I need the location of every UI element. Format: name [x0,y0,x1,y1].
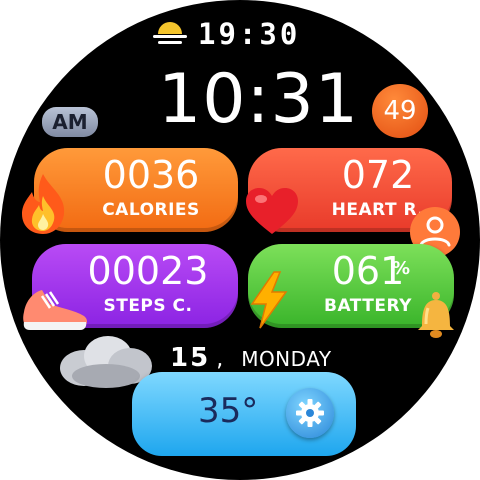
watch-face: 19:30 10:31 AM 49 0036 CALORIES 072 HEAR… [0,0,480,480]
bell-icon[interactable] [412,290,460,340]
sneaker-icon [23,290,87,330]
temperature-value: 35° [198,391,259,431]
date-separator: , [216,347,224,372]
weather-tile[interactable]: 35° [132,372,356,456]
badge-counter[interactable]: 49 [372,84,428,138]
flame-icon [22,174,65,234]
date-weekday: MONDAY [241,347,332,371]
date-day: 15 [170,343,211,373]
main-clock: 10:31 [158,60,359,139]
settings-button[interactable] [286,388,334,438]
am-pm-indicator: AM [42,107,98,137]
status-time: 19:30 [198,17,301,51]
date-display: 15, MONDAY [170,345,332,371]
heart-icon [246,188,298,234]
lightning-icon [250,271,288,329]
sunset-icon [153,22,187,44]
gear-icon [296,399,324,427]
battery-unit: % [392,258,411,279]
